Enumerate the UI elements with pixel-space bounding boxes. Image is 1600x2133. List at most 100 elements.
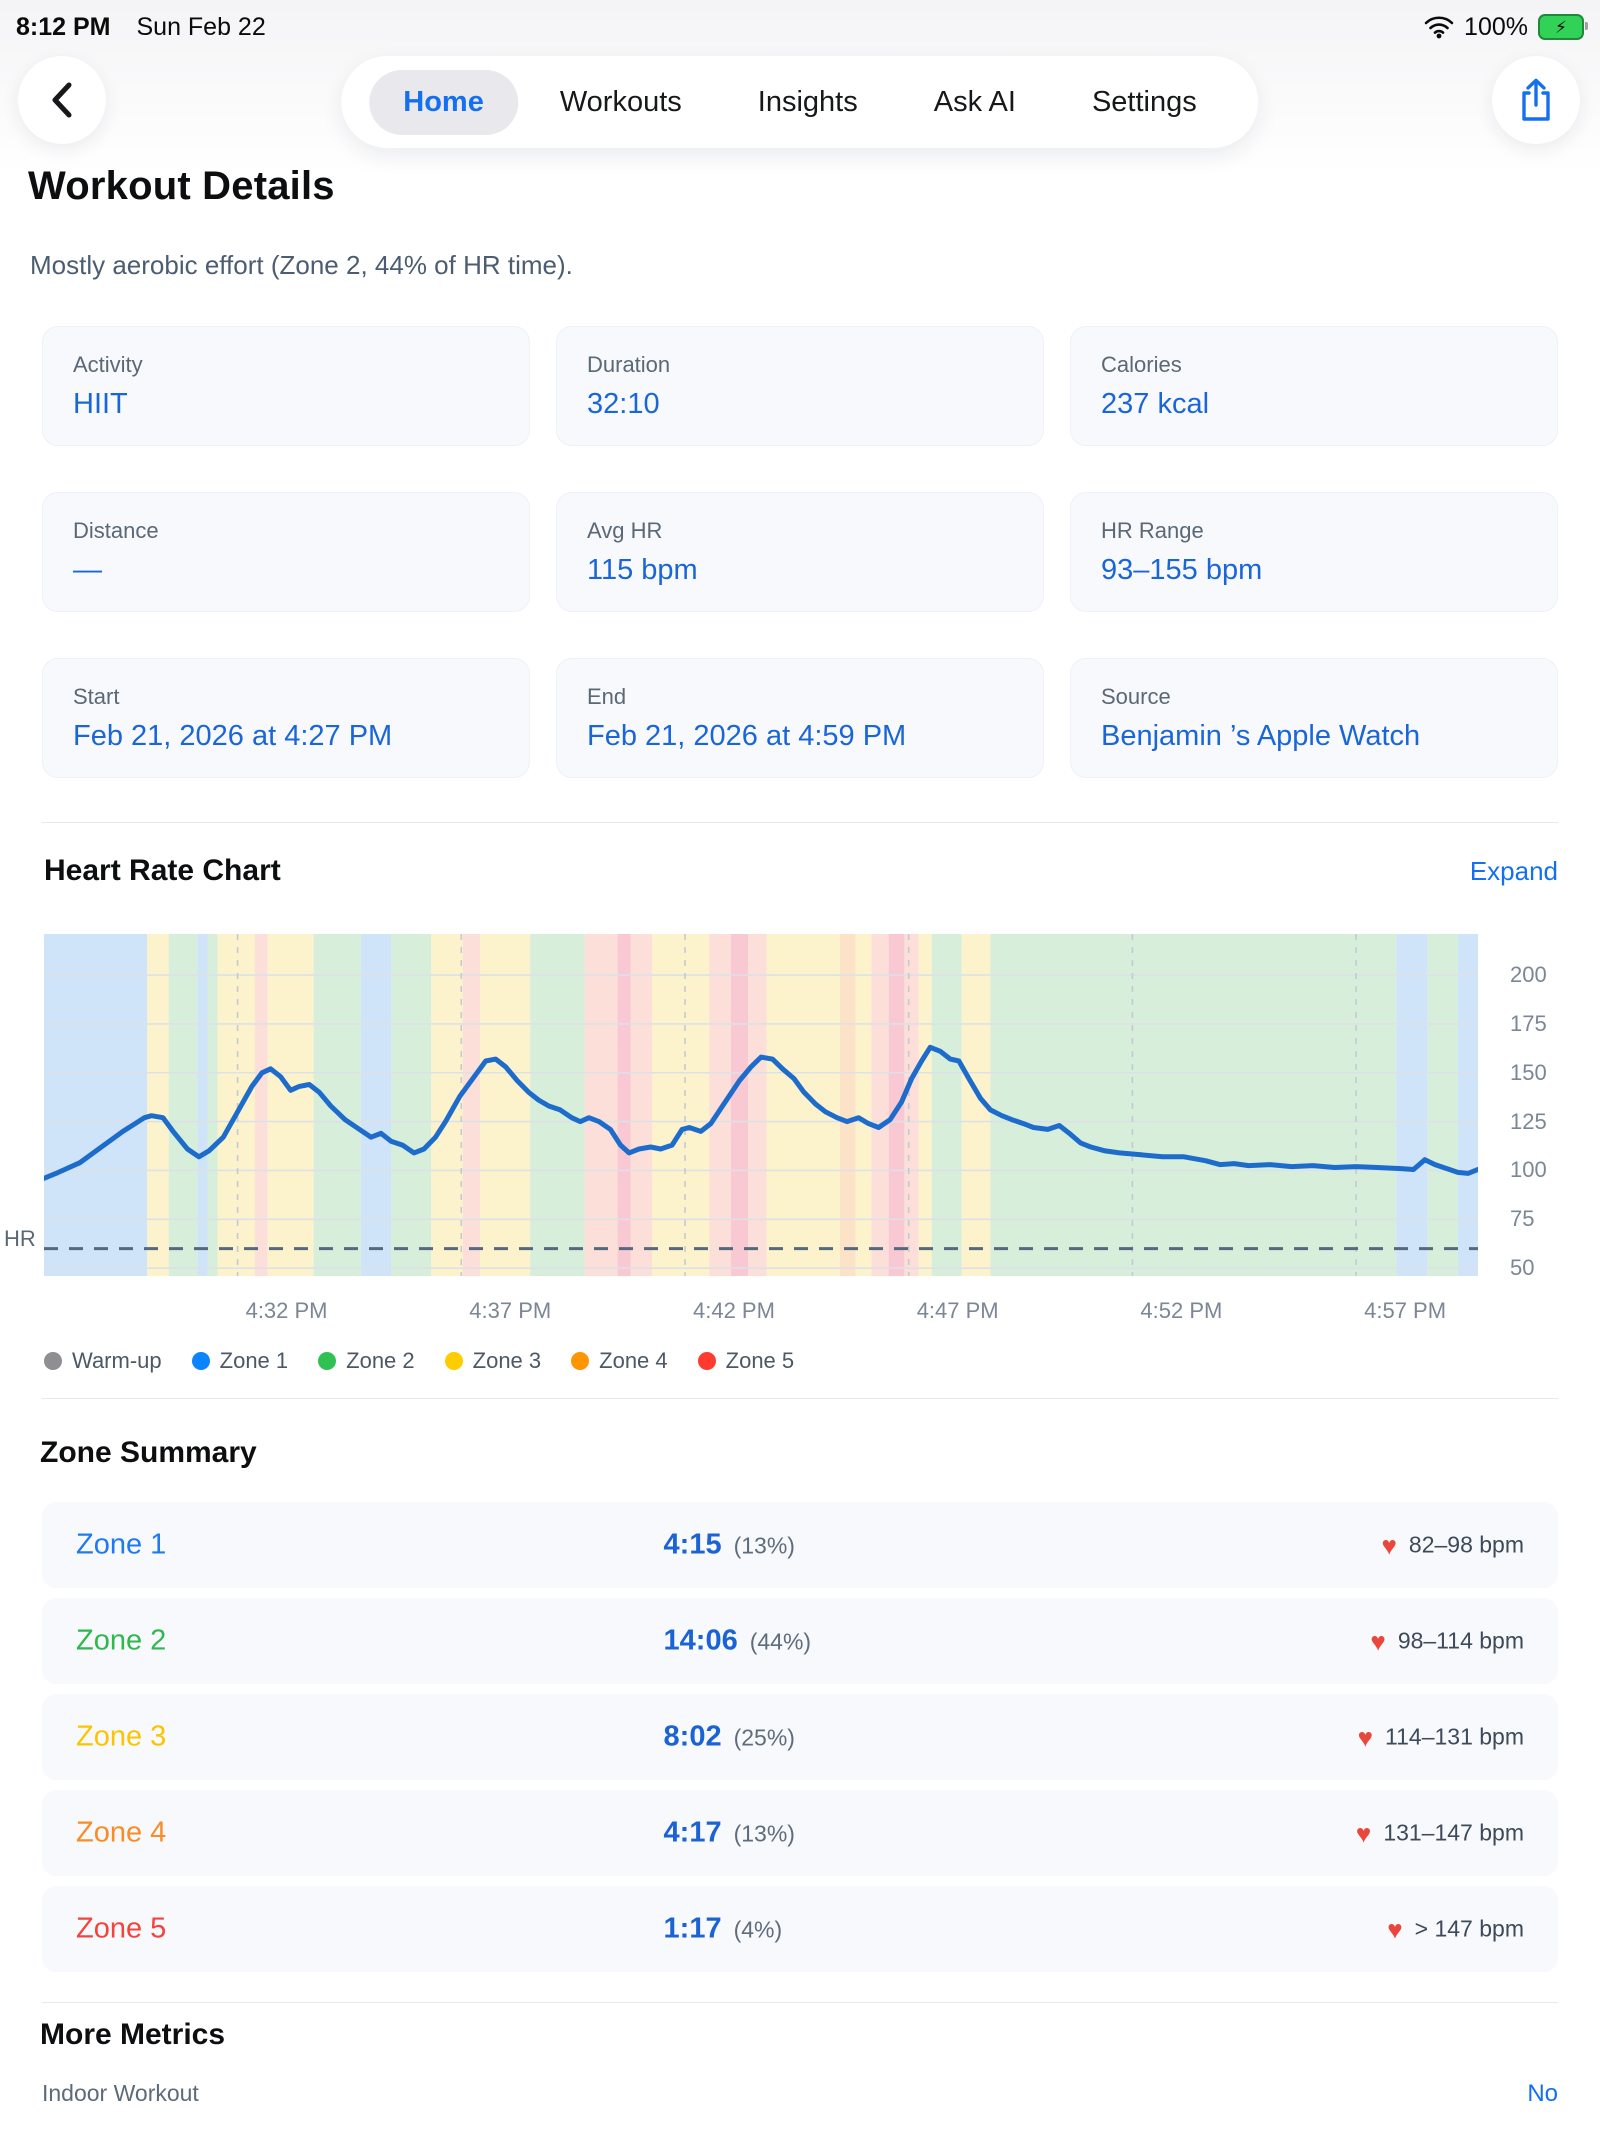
zone-band-yellow [218,934,255,1276]
zone-percent: (13%) [734,1533,795,1560]
y-axis-tick-175: 175 [1510,1011,1547,1037]
heart-rate-chart: HR 20017515012510075504:32 PM4:37 PM4:42… [44,934,1554,1364]
zone-band-redpink [731,934,748,1276]
share-button[interactable] [1492,56,1580,144]
stat-value: Benjamin ’s Apple Watch [1101,720,1527,753]
zone-percent: (13%) [734,1821,795,1848]
x-axis-tick: 4:32 PM [246,1298,328,1324]
y-axis-tick-125: 125 [1510,1109,1547,1135]
zone-band-blue [44,934,147,1276]
zone-bpm-range: ♥114–131 bpm [1358,1724,1524,1751]
legend-label: Zone 3 [473,1348,542,1374]
zone-summary-row[interactable]: Zone 3 8:02(25%) ♥114–131 bpm [42,1694,1558,1780]
zone-band-orange [840,934,856,1276]
zone-band-blue [1458,934,1478,1276]
y-axis-tick-100: 100 [1510,1157,1547,1183]
battery-charging-icon: ⚡ [1538,14,1584,40]
battery-percent: 100% [1464,13,1528,42]
stat-label: Calories [1101,352,1527,378]
zone-band-yellow [268,934,314,1276]
x-axis-tick: 4:37 PM [469,1298,551,1324]
zone-summary-row[interactable]: Zone 14:15(13%)♥82–98 bpm [42,1502,1558,1588]
zone-time-group: 1:17(4%) [664,1913,783,1946]
heart-icon: ♥ [1381,1532,1396,1558]
heart-icon: ♥ [1356,1820,1371,1846]
x-axis-tick: 4:42 PM [693,1298,775,1324]
stat-value: Feb 21, 2026 at 4:59 PM [587,720,1013,753]
zone-time-group: 4:15(13%) [664,1529,795,1562]
zone-name: Zone 5 [76,1913,166,1946]
divider [42,2002,1558,2003]
x-axis-tick: 4:57 PM [1364,1298,1446,1324]
chart-header: Heart Rate Chart Expand [44,854,1558,888]
tab-settings[interactable]: Settings [1058,70,1231,135]
stat-value: 237 kcal [1101,388,1527,421]
zone-summary-title: Zone Summary [40,1436,257,1470]
zone-band-blue [361,934,391,1276]
stat-label: Source [1101,684,1527,710]
expand-link[interactable]: Expand [1470,856,1558,887]
legend-item-zone-4: Zone 4 [571,1348,668,1374]
stat-label: Start [73,684,499,710]
legend-item-zone-5: Zone 5 [698,1348,795,1374]
stat-value: Feb 21, 2026 at 4:27 PM [73,720,499,753]
tab-home[interactable]: Home [369,70,518,135]
zone-band-green [1428,934,1458,1276]
zone-band-green [932,934,962,1276]
stat-card-end: End Feb 21, 2026 at 4:59 PM [556,658,1044,778]
zone-band-green [207,934,217,1276]
zone-name: Zone 3 [76,1721,166,1754]
legend-item-warm-up: Warm-up [44,1348,162,1374]
zone-band-green [169,934,198,1276]
zone-band-green [990,934,1396,1276]
zone-summary-row[interactable]: Zone 51:17(4%)♥> 147 bpm [42,1886,1558,1972]
nav-tab-bar: HomeWorkoutsInsightsAsk AISettings [341,56,1258,148]
wifi-icon [1424,15,1454,39]
stat-card-activity: ActivityHIIT [42,326,530,446]
back-button[interactable] [18,56,106,144]
stat-card-avg-hr: Avg HR115 bpm [556,492,1044,612]
heart-icon: ♥ [1387,1916,1402,1942]
x-axis-tick: 4:47 PM [917,1298,999,1324]
zone-band-pink [871,934,888,1276]
hr-axis-label: HR [4,1226,36,1252]
zone-time-group: 14:06 (44%) [664,1625,812,1658]
zone-band-blue [197,934,207,1276]
metric-label: Indoor Workout [42,2080,199,2108]
status-date: Sun Feb 22 [136,13,265,42]
chart-plot-area[interactable] [44,934,1478,1276]
zone-percent: (44%) [750,1629,811,1656]
zone-time-group: 8:02(25%) [664,1721,795,1754]
zone-band-green [314,934,361,1276]
y-axis-tick-200: 200 [1510,962,1547,988]
metric-value[interactable]: No [1527,2080,1558,2108]
zone-summary-row[interactable]: Zone 214:06(44%)♥98–114 bpm [42,1598,1558,1684]
stat-card-start: Start Feb 21, 2026 at 4:27 PM [42,658,530,778]
status-left: 8:12 PM Sun Feb 22 [16,13,266,42]
zone-bpm-range: ♥98–114 bpm [1370,1628,1524,1655]
legend-item-zone-3: Zone 3 [445,1348,542,1374]
divider [42,822,1558,823]
tab-ask-ai[interactable]: Ask AI [900,70,1050,135]
tab-insights[interactable]: Insights [724,70,892,135]
tab-workouts[interactable]: Workouts [526,70,716,135]
legend-label: Warm-up [72,1348,162,1374]
zone-band-pink [631,934,653,1276]
zone-band-pink [748,934,767,1276]
zone-band-pink [709,934,731,1276]
zone-time: 14:06 [664,1625,738,1658]
stat-value: HIIT [73,388,499,421]
stat-card-hr-range: HR Range93–155 bpm [1070,492,1558,612]
status-bar: 8:12 PM Sun Feb 22 100% ⚡ [0,10,1600,44]
zone-summary-row[interactable]: Zone 44:17(13%)♥131–147 bpm [42,1790,1558,1876]
stat-label: End [587,684,1013,710]
stat-value: 115 bpm [587,554,1013,587]
more-metrics-title: More Metrics [40,2018,225,2052]
zone-range-text: 114–131 bpm [1385,1724,1524,1751]
legend-item-zone-1: Zone 1 [192,1348,289,1374]
status-time: 8:12 PM [16,13,110,42]
chart-title: Heart Rate Chart [44,854,281,888]
zone-band-pink [904,934,918,1276]
legend-label: Zone 5 [726,1348,795,1374]
y-axis-tick-150: 150 [1510,1060,1547,1086]
